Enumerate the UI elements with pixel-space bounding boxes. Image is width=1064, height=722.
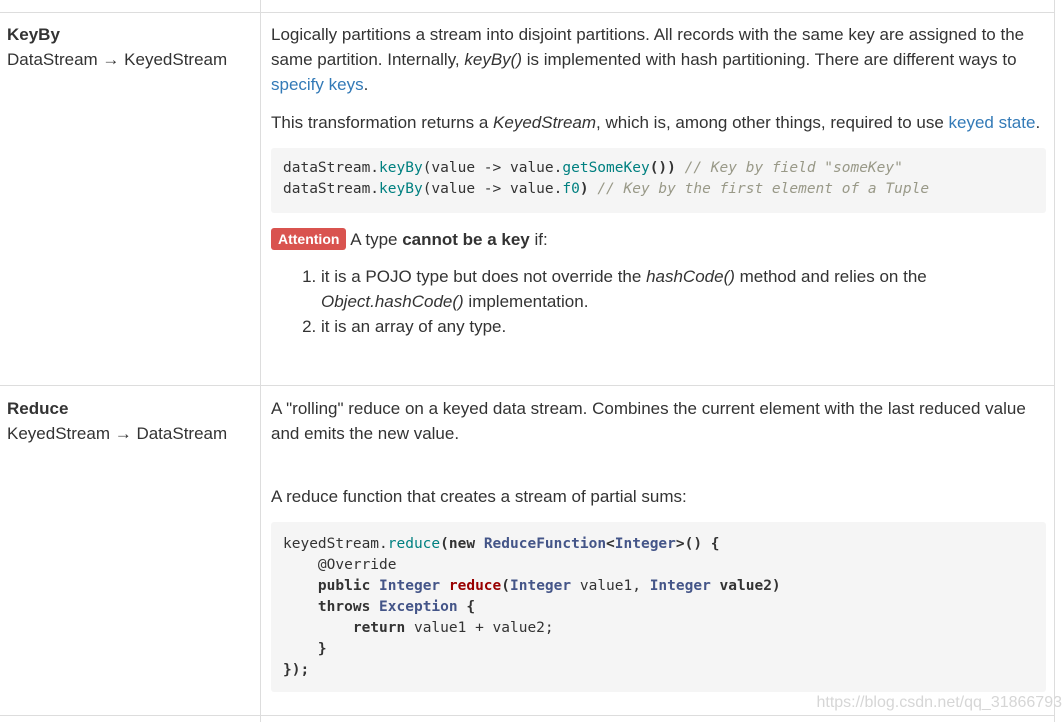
list-item: it is an array of any type. [321,314,1046,339]
specify-keys-link[interactable]: specify keys [271,75,364,94]
reduce-code-block: keyedStream.reduce(new ReduceFunction<In… [271,522,1046,692]
attention-note: Attention A type cannot be a key if: [271,227,1046,252]
operator-signature: DataStream → KeyedStream [7,50,228,69]
row-divider [0,385,1055,386]
operator-name: KeyBy [7,25,60,44]
keyby-name-cell: KeyBy DataStream → KeyedStream [7,22,227,72]
keyby-method: keyBy() [464,50,523,69]
row-divider [0,12,1055,13]
attention-badge: Attention [271,228,347,250]
reduce-example-intro: A reduce function that creates a stream … [271,487,687,506]
reduce-name-cell: Reduce KeyedStream → DataStream [7,396,227,446]
key-restrictions-list: it is a POJO type but does not override … [271,264,1046,339]
list-item: it is a POJO type but does not override … [321,264,1046,314]
operator-signature: KeyedStream → DataStream [7,424,228,443]
column-divider [260,0,261,722]
keyed-state-link[interactable]: keyed state [949,113,1036,132]
keyby-description: Logically partitions a stream into disjo… [271,25,1025,94]
keyby-returns-paragraph: This transformation returns a KeyedStrea… [271,113,1041,132]
operator-name: Reduce [7,399,69,418]
keyby-description-cell: Logically partitions a stream into disjo… [271,22,1046,339]
keyby-code-block: dataStream.keyBy(value -> value.getSomeK… [271,148,1046,213]
reduce-description-cell: A "rolling" reduce on a keyed data strea… [271,396,1046,692]
operators-table: KeyBy DataStream → KeyedStream Logically… [0,0,1055,722]
reduce-description: A "rolling" reduce on a keyed data strea… [271,399,1026,443]
row-divider [0,715,1055,716]
watermark: https://blog.csdn.net/qq_31866793 [816,694,1062,711]
